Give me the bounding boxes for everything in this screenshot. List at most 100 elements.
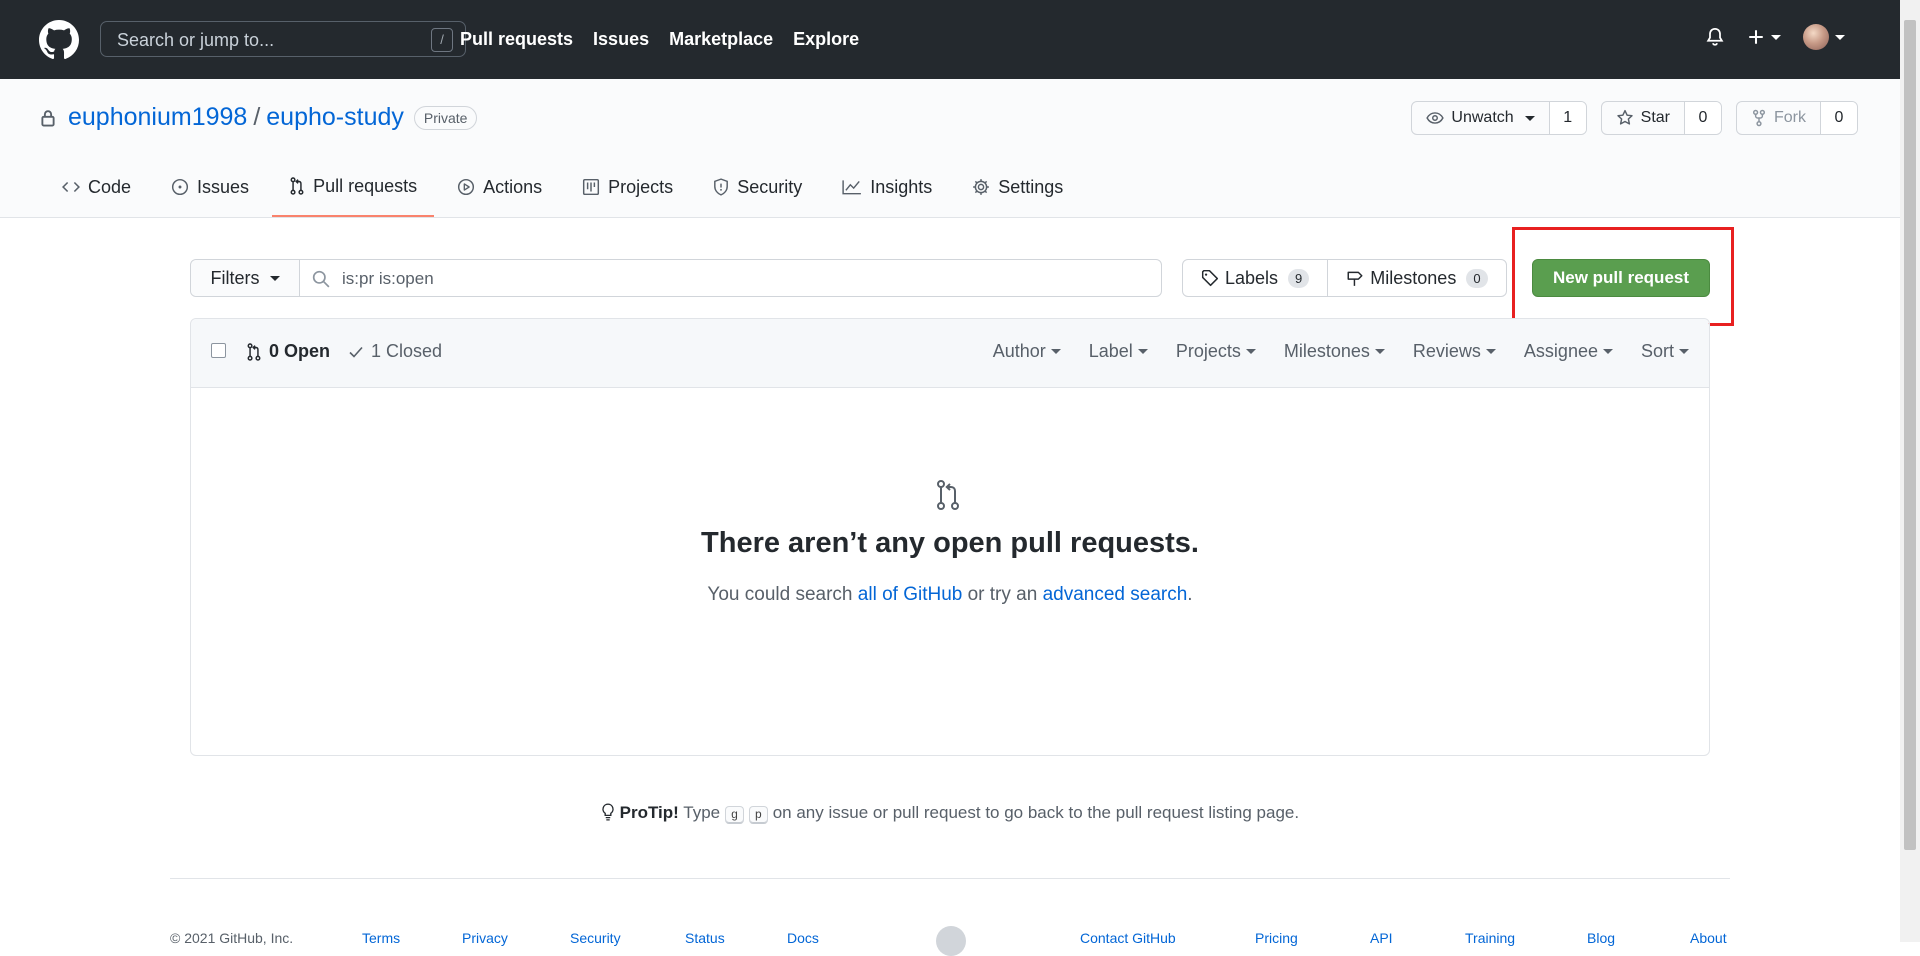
page-scrollbar[interactable] [1900, 0, 1920, 942]
bell-icon[interactable] [1705, 26, 1725, 48]
footer-link-security[interactable]: Security [570, 930, 621, 946]
fork-button-group: Fork 0 [1736, 101, 1858, 135]
author-dropdown[interactable]: Author [993, 341, 1061, 362]
projects-dropdown[interactable]: Projects [1176, 341, 1256, 362]
tab-settings[interactable]: Settings [955, 157, 1080, 217]
nav-pull-requests[interactable]: Pull requests [460, 29, 573, 50]
user-menu[interactable] [1803, 24, 1845, 50]
filters-button[interactable]: Filters [191, 260, 300, 296]
global-nav: Pull requests Issues Marketplace Explore [460, 0, 879, 79]
footer-link-training[interactable]: Training [1465, 930, 1515, 946]
label-dropdown[interactable]: Label [1089, 341, 1148, 362]
footer-link-privacy[interactable]: Privacy [462, 930, 508, 946]
github-footer-logo-icon[interactable] [936, 926, 966, 956]
advanced-search-link[interactable]: advanced search [1043, 584, 1188, 605]
chevron-down-icon [1679, 349, 1689, 354]
repo-header: euphonium1998 / eupho-study Private Unwa… [0, 79, 1900, 218]
github-logo-icon[interactable] [39, 20, 79, 60]
open-filter-link[interactable]: 0 Open [246, 341, 330, 362]
closed-filter-link[interactable]: 1 Closed [348, 341, 442, 362]
new-pull-request-button[interactable]: New pull request [1532, 259, 1710, 297]
milestones-link[interactable]: Milestones 0 [1327, 260, 1505, 296]
fork-count[interactable]: 0 [1821, 102, 1857, 134]
repo-title: euphonium1998 / eupho-study Private [40, 103, 478, 132]
protip: ProTip! Type g p on any issue or pull re… [0, 803, 1900, 824]
create-new-menu[interactable] [1747, 28, 1781, 46]
star-button-group: Star 0 [1600, 101, 1722, 135]
closed-count-label: 1 Closed [371, 341, 443, 361]
plus-icon [1747, 28, 1765, 46]
global-search-input[interactable] [115, 22, 419, 58]
nav-explore[interactable]: Explore [793, 29, 859, 50]
visibility-badge: Private [413, 105, 478, 130]
unwatch-label: Unwatch [1451, 109, 1514, 126]
tab-pull-requests[interactable]: Pull requests [272, 157, 435, 217]
repo-owner-link[interactable]: euphonium1998 [68, 103, 247, 132]
shortcut-key-g: g [724, 806, 745, 824]
reviews-label: Reviews [1412, 341, 1481, 361]
issue-icon [171, 178, 189, 196]
footer-link-docs[interactable]: Docs [787, 930, 819, 946]
nav-marketplace[interactable]: Marketplace [669, 29, 773, 50]
check-icon [348, 345, 364, 359]
star-icon [1616, 109, 1634, 127]
tab-code[interactable]: Code [45, 157, 148, 217]
tab-projects[interactable]: Projects [565, 157, 690, 217]
play-icon [457, 178, 475, 196]
tab-settings-label: Settings [998, 176, 1064, 197]
code-icon [62, 179, 80, 195]
tab-code-label: Code [88, 176, 132, 197]
chevron-down-icon [1835, 34, 1845, 40]
tab-issues[interactable]: Issues [154, 157, 266, 217]
repo-name-link[interactable]: eupho-study [266, 103, 404, 132]
assignee-label: Assignee [1523, 341, 1598, 361]
blank-text-before: You could search [707, 584, 858, 605]
milestones-label: Milestones [1370, 267, 1457, 288]
fork-label: Fork [1774, 109, 1806, 126]
issues-filter-bar: Filters [190, 259, 1162, 298]
select-all-checkbox[interactable] [211, 343, 226, 358]
avatar [1803, 24, 1829, 50]
shortcut-key-p: p [748, 806, 768, 824]
footer-link-about[interactable]: About [1690, 930, 1727, 946]
tab-projects-label: Projects [608, 176, 674, 197]
milestones-dropdown-label: Milestones [1283, 341, 1370, 361]
footer-link-status[interactable]: Status [685, 930, 725, 946]
chevron-down-icon [1374, 349, 1385, 354]
watch-count[interactable]: 1 [1549, 102, 1586, 134]
star-count[interactable]: 0 [1685, 102, 1721, 134]
tab-security[interactable]: Security [696, 157, 819, 217]
fork-icon [1751, 109, 1767, 127]
blank-slate-title: There aren’t any open pull requests. [701, 527, 1199, 559]
filter-search [300, 260, 1161, 298]
milestones-dropdown[interactable]: Milestones [1284, 341, 1385, 362]
footer-link-contact[interactable]: Contact GitHub [1080, 930, 1176, 946]
nav-issues[interactable]: Issues [593, 29, 649, 50]
fork-button[interactable]: Fork [1737, 102, 1821, 134]
footer-copyright: © 2021 GitHub, Inc. [170, 930, 294, 946]
labels-label: Labels [1225, 267, 1279, 288]
footer-link-pricing[interactable]: Pricing [1255, 930, 1298, 946]
lightbulb-icon [601, 803, 615, 821]
footer-link-api[interactable]: API [1370, 930, 1393, 946]
filter-search-input[interactable] [340, 260, 944, 298]
footer-link-terms[interactable]: Terms [362, 930, 400, 946]
author-label: Author [992, 341, 1046, 361]
reviews-dropdown[interactable]: Reviews [1413, 341, 1496, 362]
unwatch-button[interactable]: Unwatch [1412, 102, 1550, 134]
all-of-github-link[interactable]: all of GitHub [858, 584, 963, 605]
project-icon [582, 178, 600, 196]
assignee-dropdown[interactable]: Assignee [1524, 341, 1613, 362]
star-button[interactable]: Star [1602, 102, 1685, 134]
scrollbar-thumb[interactable] [1904, 20, 1916, 850]
blank-text-after: . [1187, 584, 1193, 605]
global-search[interactable]: / [100, 21, 466, 58]
sort-dropdown[interactable]: Sort [1641, 341, 1689, 362]
labels-link[interactable]: Labels 9 [1183, 260, 1327, 296]
tab-insights[interactable]: Insights [825, 157, 949, 217]
footer-link-blog[interactable]: Blog [1587, 930, 1615, 946]
tab-actions[interactable]: Actions [440, 157, 559, 217]
repo-tabs: Code Issues Pull requests Actions Projec… [45, 157, 1086, 217]
pull-request-icon [934, 479, 966, 511]
search-icon [312, 270, 330, 288]
